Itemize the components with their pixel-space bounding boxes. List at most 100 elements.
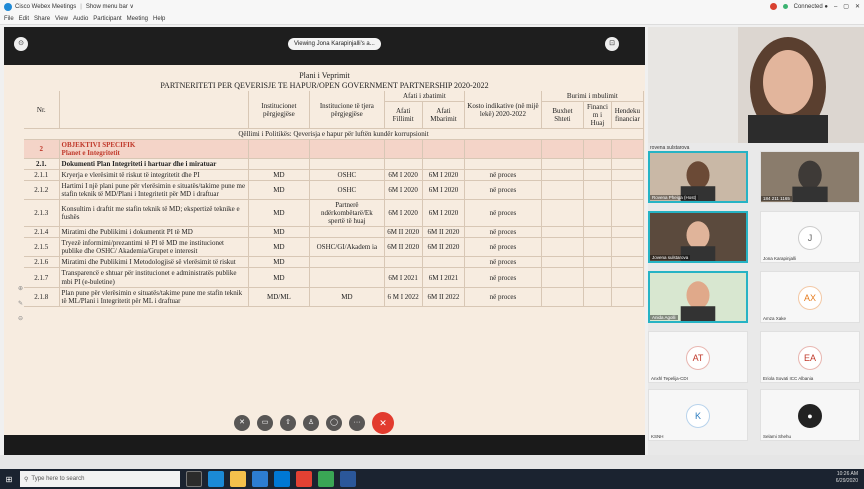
system-tray[interactable]: 10:26 AM 6/29/2020 (836, 471, 858, 485)
table-row: 2.1.8 Plan pune për vlerësimin e situatës… (24, 287, 645, 307)
participant-tile[interactable]: 184 211 1165 (760, 151, 860, 203)
zoom-in-icon[interactable]: ⊕ (18, 285, 26, 292)
show-menu-bar-toggle[interactable]: Show menu bar ∨ (86, 3, 134, 10)
participants-icon[interactable]: ♙ (303, 415, 319, 431)
share-top-bar: ⊙ Viewing Jona Karapinjalli's a... ⊡ (4, 27, 645, 65)
col-foreign: Financi m i Huaj (583, 101, 612, 129)
viewing-indicator[interactable]: Viewing Jona Karapinjalli's a... (288, 38, 381, 50)
share-options-icon[interactable]: ⊙ (14, 37, 28, 51)
mute-icon[interactable]: ✕ (234, 415, 250, 431)
row-nr: 2.1.6 (24, 256, 60, 269)
webex-logo-icon (4, 2, 12, 11)
row-activity: Konsultim i draftit me stafin teknik të … (59, 199, 249, 228)
row-nr: 2.1.3 (24, 199, 60, 228)
close-icon[interactable]: ✕ (855, 3, 860, 10)
menu-meeting[interactable]: Meeting (127, 16, 148, 22)
chat-icon[interactable]: ◯ (326, 415, 342, 431)
participant-name: 184 211 1165 (761, 196, 792, 201)
share-icon[interactable]: ⇧ (280, 415, 296, 431)
row-status: në proces (464, 287, 542, 307)
table-row: 2.1.7 Transparencë e shtuar për instituci… (24, 267, 645, 288)
row-funding-cell (611, 237, 645, 258)
section-title: Dokumenti Plan Integriteti i hartuar dhe… (59, 158, 249, 171)
objective-row: 2 OBJEKTIVI SPECIFIK Planet e Integritet… (24, 139, 645, 160)
doc-plan-title: Plani i Veprimit (299, 71, 350, 80)
connection-status[interactable]: Connected ● (794, 4, 828, 10)
participant-tile[interactable]: Anida Agolli (648, 271, 748, 323)
file-explorer-icon[interactable] (230, 471, 246, 487)
row-inst-resp: MD (248, 256, 311, 269)
doc-partnership-title: PARTNERITETI PER QEVERISJE TE HAPUR/OPEN… (160, 81, 489, 90)
participant-name: Eriola Sovati ICC Albania (763, 376, 814, 381)
share-bottom-bar (4, 435, 645, 455)
participant-tile[interactable]: ● Selami Shehu (760, 389, 860, 441)
participant-tile[interactable]: EA Eriola Sovati ICC Albania (760, 331, 860, 383)
row-funding-cell (611, 180, 645, 201)
participant-tile[interactable]: AX Amza Xake (760, 271, 860, 323)
webex-taskbar-icon[interactable] (318, 471, 334, 487)
row-activity: Miratimi dhe Publikimi I Metodologjisë s… (59, 256, 249, 269)
row-funding-cell (541, 199, 585, 228)
menu-share[interactable]: Share (34, 16, 50, 22)
row-activity: Miratimi dhe Publikimi i dokumentit PI t… (59, 226, 249, 239)
row-status: në proces (464, 226, 542, 239)
menu-file[interactable]: File (4, 16, 14, 22)
word-icon[interactable] (340, 471, 356, 487)
search-placeholder: Type here to search (31, 476, 85, 482)
row-funding-cell (541, 226, 585, 239)
participant-name: Jovena sulstarova (650, 255, 691, 260)
menu-help[interactable]: Help (153, 16, 165, 22)
row-inst-other (309, 226, 385, 239)
row-inst-other: OSHC/GI/Akadem ia (309, 237, 385, 258)
maximize-icon[interactable]: ▢ (843, 3, 849, 10)
row-activity: Hartimi I një plani pune për vlerësimin … (59, 180, 249, 201)
app-name: Cisco Webex Meetings (15, 3, 77, 10)
row-funding-cell (583, 169, 612, 182)
row-end: 6M II 2020 (422, 237, 466, 258)
row-end: 6M II 2020 (422, 226, 466, 239)
participant-tile[interactable]: Rovena Pheiga (Host) (648, 151, 748, 203)
status-strip (0, 455, 864, 469)
pen-icon[interactable]: ✎ (18, 300, 26, 307)
row-funding-cell (541, 256, 585, 269)
video-off-icon[interactable]: ▭ (257, 415, 273, 431)
row-inst-resp: MD (248, 199, 311, 228)
task-view-icon[interactable] (186, 471, 202, 487)
menu-view[interactable]: View (55, 16, 68, 22)
section-nr: 2.1. (24, 158, 60, 171)
row-status: në proces (464, 267, 542, 288)
record-icon[interactable] (769, 3, 777, 10)
menu-participant[interactable]: Participant (93, 16, 121, 22)
mail-icon[interactable] (274, 471, 290, 487)
row-activity: Tryezë informimi/prezantimi të PI të MD … (59, 237, 249, 258)
participant-tile[interactable]: Jovena sulstarova (648, 211, 748, 263)
more-options-icon[interactable]: ··· (349, 415, 365, 431)
zoom-out-icon[interactable]: ⊖ (18, 315, 26, 322)
table-row: 2.1.4 Miratimi dhe Publikimi i dokumentit… (24, 226, 645, 239)
row-start: 6M II 2020 (384, 226, 423, 239)
row-inst-other: OSHC (309, 180, 385, 201)
leave-meeting-button[interactable]: ✕ (372, 412, 394, 434)
windows-start-icon[interactable]: ⊞ (0, 469, 18, 489)
fullscreen-icon[interactable]: ⊡ (605, 37, 619, 51)
chrome-icon[interactable] (296, 471, 312, 487)
action-plan-table: Nr. Institucionet përgjegjëse Institucio… (24, 91, 645, 307)
col-nr: Nr. (24, 91, 60, 129)
menu-audio[interactable]: Audio (73, 16, 88, 22)
taskbar-search[interactable]: ⚲ Type here to search (20, 471, 180, 487)
row-funding-cell (541, 237, 585, 258)
active-speaker-video[interactable] (648, 27, 864, 143)
row-end: 6M I 2020 (422, 169, 466, 182)
edge-icon[interactable] (208, 471, 224, 487)
participant-tile[interactable]: K KSNH (648, 389, 748, 441)
menu-edit[interactable]: Edit (19, 16, 29, 22)
table-row: 2.1.6 Miratimi dhe Publikimi I Metodologj… (24, 256, 645, 269)
row-funding-cell (611, 226, 645, 239)
participant-tile[interactable]: J Jona Karapinjalli (760, 211, 860, 263)
participant-video (650, 273, 746, 321)
store-icon[interactable] (252, 471, 268, 487)
participant-tile[interactable]: AT Anxhl Tepelija-CDI (648, 331, 748, 383)
participant-avatar: AT (686, 346, 710, 370)
participant-name: Amza Xake (763, 316, 787, 321)
minimize-icon[interactable]: – (834, 4, 837, 10)
